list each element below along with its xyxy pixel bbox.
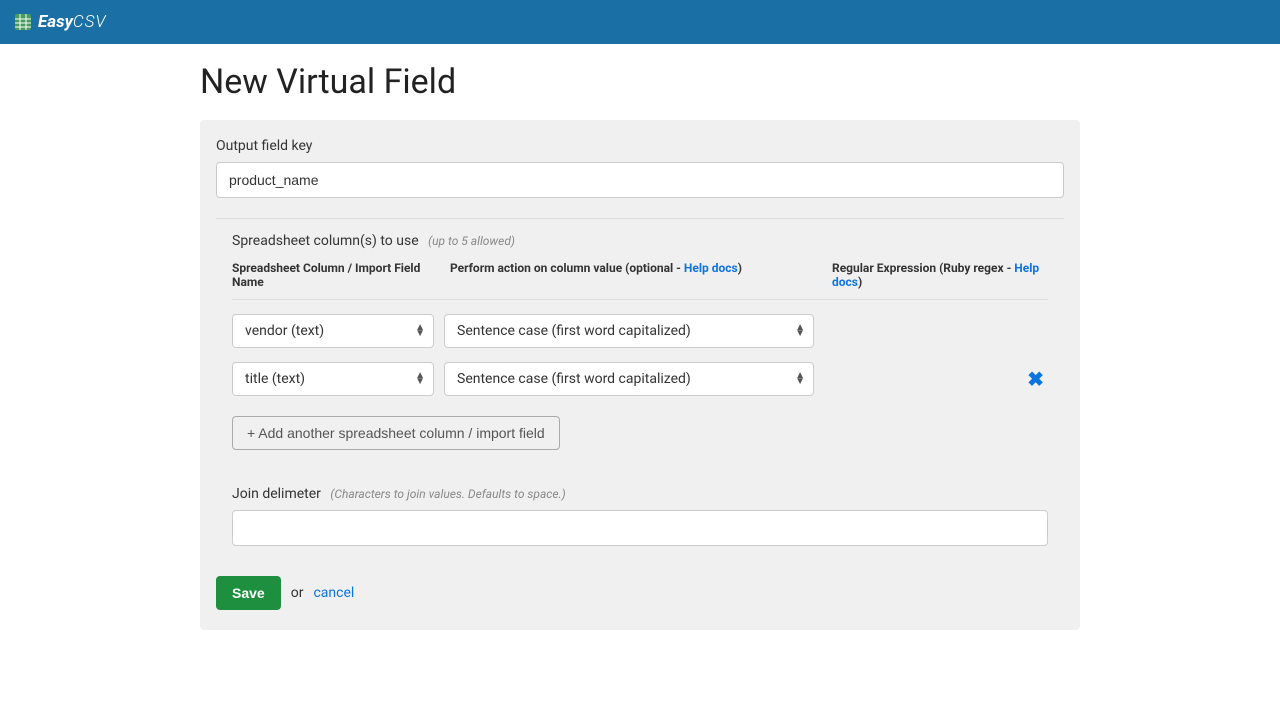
output-key-input[interactable] — [216, 162, 1064, 198]
column-row: title (text) ▲▼ Sentence case (first wor… — [232, 348, 1048, 396]
join-delimiter-label: Join delimeter (Characters to join value… — [232, 486, 1048, 502]
divider — [216, 218, 1064, 219]
join-delimiter-input[interactable] — [232, 510, 1048, 546]
columns-hint: (up to 5 allowed) — [428, 234, 515, 248]
columns-section-title: Spreadsheet column(s) to use (up to 5 al… — [216, 233, 1064, 249]
form-actions: Save or cancel — [216, 576, 1064, 610]
app-header: EasyCSV — [0, 0, 1280, 44]
spreadsheet-icon — [14, 13, 32, 31]
column-row: vendor (text) ▲▼ Sentence case (first wo… — [232, 300, 1048, 348]
join-hint: (Characters to join values. Defaults to … — [330, 487, 565, 501]
cancel-link[interactable]: cancel — [313, 585, 354, 601]
or-text: or — [291, 585, 304, 601]
columns-table-header: Spreadsheet Column / Import Field Name P… — [232, 261, 1048, 300]
add-column-button[interactable]: + Add another spreadsheet column / impor… — [232, 416, 560, 450]
action-select[interactable]: Sentence case (first word capitalized) ▲… — [444, 314, 814, 348]
save-button[interactable]: Save — [216, 576, 281, 610]
action-select[interactable]: Sentence case (first word capitalized) ▲… — [444, 362, 814, 396]
column-select[interactable]: title (text) ▲▼ — [232, 362, 434, 396]
page-title: New Virtual Field — [200, 62, 1080, 102]
col-header-regex: Regular Expression (Ruby regex - Help do… — [832, 261, 1048, 289]
form-panel: Output field key Spreadsheet column(s) t… — [200, 120, 1080, 630]
output-key-label: Output field key — [216, 138, 1064, 154]
help-docs-link-action[interactable]: Help docs — [684, 261, 738, 275]
brand-logo[interactable]: EasyCSV — [14, 12, 107, 32]
col-header-action: Perform action on column value (optional… — [450, 261, 824, 289]
brand-name: EasyCSV — [38, 12, 107, 32]
delete-row-icon[interactable]: ✖ — [1027, 367, 1048, 391]
col-header-name: Spreadsheet Column / Import Field Name — [232, 261, 442, 289]
column-select[interactable]: vendor (text) ▲▼ — [232, 314, 434, 348]
